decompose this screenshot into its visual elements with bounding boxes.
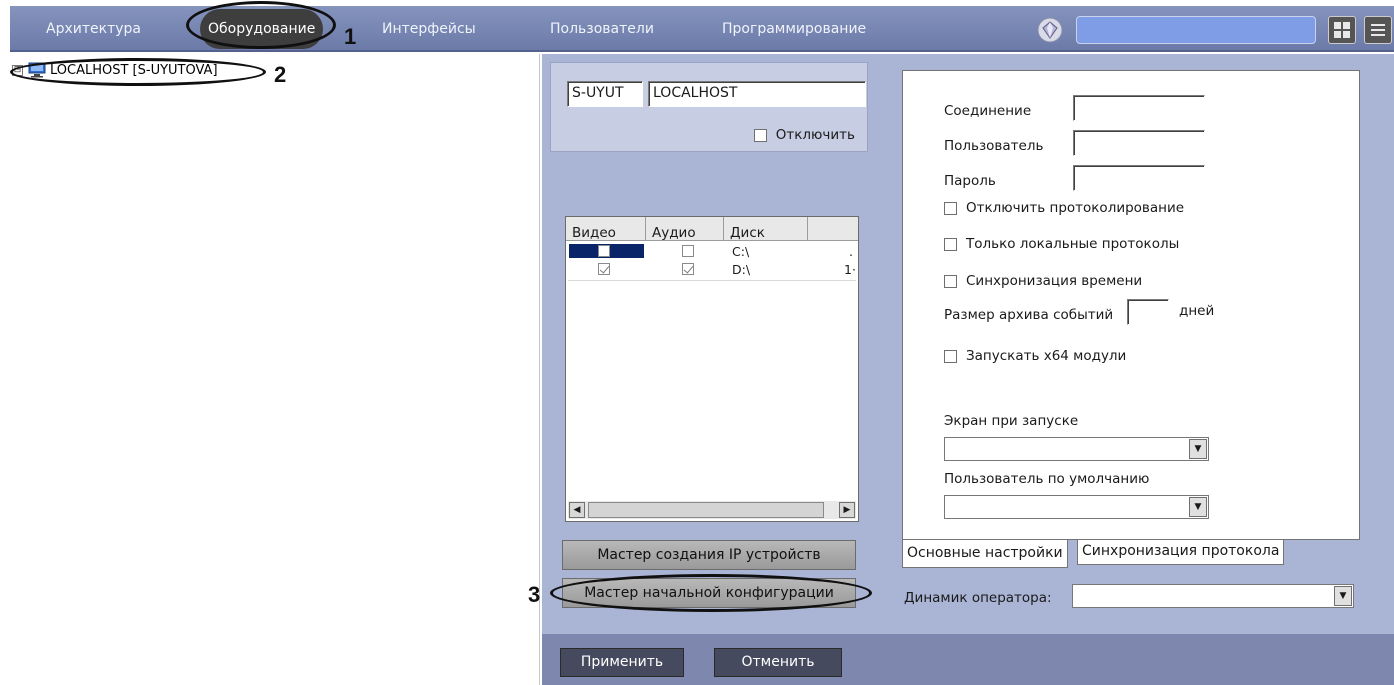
time-sync-checkbox[interactable]: Синхронизация времени bbox=[944, 273, 1142, 289]
video-checkbox-row1[interactable] bbox=[598, 245, 610, 257]
scroll-right-icon[interactable]: ▶ bbox=[839, 502, 855, 518]
checkbox-box[interactable] bbox=[753, 128, 767, 142]
computer-id-field[interactable]: S-UYUT bbox=[567, 81, 643, 107]
computer-name-field[interactable]: LOCALHOST bbox=[648, 81, 866, 107]
user-field[interactable] bbox=[1073, 130, 1205, 156]
extra-cell-row2: 1· bbox=[844, 262, 856, 277]
archive-size-label: Размер архива событий bbox=[944, 307, 1114, 323]
connection-field[interactable] bbox=[1073, 95, 1205, 121]
tab-users[interactable]: Пользователи bbox=[550, 6, 654, 52]
tab-equipment[interactable]: Оборудование bbox=[200, 9, 324, 49]
layout-grid-button[interactable] bbox=[1328, 16, 1356, 44]
annotation-marker-3: 3 bbox=[528, 582, 541, 607]
archive-size-unit: дней bbox=[1179, 303, 1215, 319]
chevron-down-icon[interactable]: ▼ bbox=[1334, 586, 1352, 606]
extra-cell-row1: . bbox=[849, 244, 853, 259]
tab-architecture[interactable]: Архитектура bbox=[46, 6, 141, 52]
chevron-down-icon[interactable]: ▼ bbox=[1189, 439, 1207, 459]
password-label: Пароль bbox=[944, 173, 996, 189]
operator-speaker-select[interactable]: ▼ bbox=[1072, 584, 1354, 608]
scroll-left-icon[interactable]: ◀ bbox=[569, 502, 585, 518]
settings-panel: Соединение Пользователь Пароль Отключить… bbox=[902, 70, 1360, 540]
top-navigation-bar: Архитектура Оборудование Интерфейсы Поль… bbox=[10, 6, 1394, 52]
disk-cell-row1[interactable]: C:\ bbox=[732, 244, 749, 259]
collapse-icon[interactable]: ⊟ bbox=[12, 64, 23, 76]
column-header-extra[interactable] bbox=[808, 217, 858, 241]
initial-config-wizard-button[interactable]: Мастер начальной конфигурации bbox=[562, 578, 856, 608]
tab-main-settings[interactable]: Основные настройки bbox=[902, 540, 1068, 568]
horizontal-scrollbar[interactable]: ◀ ▶ bbox=[568, 501, 856, 519]
operator-speaker-label: Динамик оператора: bbox=[904, 590, 1052, 606]
disk-table[interactable]: Видео Аудио Диск C:\ . D:\ 1· ◀ ▶ bbox=[565, 216, 859, 522]
chevron-down-icon[interactable]: ▼ bbox=[1189, 497, 1207, 517]
disable-logging-checkbox[interactable]: Отключить протоколирование bbox=[944, 200, 1184, 216]
column-header-audio[interactable]: Аудио bbox=[646, 217, 724, 241]
disk-cell-row2[interactable]: D:\ bbox=[732, 262, 750, 277]
checkbox-box[interactable] bbox=[944, 349, 957, 363]
user-label: Пользователь bbox=[944, 138, 1044, 154]
annotation-marker-1: 1 bbox=[344, 24, 357, 49]
column-header-disk[interactable]: Диск bbox=[724, 217, 808, 241]
password-field[interactable] bbox=[1073, 165, 1205, 191]
settings-main-area: S-UYUT LOCALHOST Отключить Видео Аудио Д… bbox=[542, 54, 1394, 685]
archive-size-field[interactable] bbox=[1127, 299, 1169, 325]
audio-checkbox-row1[interactable] bbox=[682, 245, 694, 257]
local-logs-checkbox[interactable]: Только локальные протоколы bbox=[944, 236, 1179, 252]
column-header-video[interactable]: Видео bbox=[566, 217, 646, 241]
menu-button[interactable] bbox=[1364, 16, 1392, 44]
run-x64-label: Запускать x64 модули bbox=[966, 348, 1127, 364]
ip-device-wizard-button[interactable]: Мастер создания IP устройств bbox=[562, 540, 856, 570]
apply-button[interactable]: Применить bbox=[560, 648, 684, 677]
checkbox-box[interactable] bbox=[944, 237, 957, 251]
checkbox-box[interactable] bbox=[944, 201, 957, 215]
default-user-label: Пользователь по умолчанию bbox=[944, 471, 1150, 487]
tab-programming[interactable]: Программирование bbox=[722, 6, 866, 52]
search-field[interactable] bbox=[1076, 16, 1316, 44]
checkbox-box[interactable] bbox=[944, 274, 957, 288]
disable-computer-label: Отключить bbox=[775, 127, 855, 143]
hamburger-icon bbox=[1371, 24, 1385, 36]
time-sync-label: Синхронизация времени bbox=[966, 273, 1143, 289]
computer-icon bbox=[28, 62, 46, 78]
computer-identity-group: S-UYUT LOCALHOST Отключить bbox=[550, 62, 868, 152]
row-divider bbox=[568, 280, 856, 281]
audio-checkbox-row2[interactable] bbox=[682, 263, 694, 275]
startup-screen-select[interactable]: ▼ bbox=[944, 437, 1209, 461]
startup-screen-label: Экран при запуске bbox=[944, 413, 1079, 429]
cancel-button[interactable]: Отменить bbox=[714, 648, 842, 677]
gem-icon[interactable] bbox=[1036, 16, 1064, 44]
connection-label: Соединение bbox=[944, 103, 1032, 119]
grid-icon bbox=[1334, 22, 1350, 38]
video-checkbox-row2[interactable] bbox=[598, 263, 610, 275]
disable-logging-label: Отключить протоколирование bbox=[966, 200, 1185, 216]
tree-node-label: LOCALHOST [S-UYUTOVA] bbox=[50, 62, 218, 78]
disable-computer-checkbox[interactable]: Отключить bbox=[753, 127, 855, 143]
tab-protocol-sync[interactable]: Синхронизация протокола bbox=[1077, 540, 1285, 565]
scroll-thumb[interactable] bbox=[588, 502, 824, 518]
tree-node-localhost[interactable]: ⊟ LOCALHOST [S-UYUTOVA] bbox=[12, 60, 218, 80]
run-x64-checkbox[interactable]: Запускать x64 модули bbox=[944, 348, 1126, 364]
annotation-marker-2: 2 bbox=[274, 62, 287, 87]
local-logs-label: Только локальные протоколы bbox=[966, 236, 1180, 252]
default-user-select[interactable]: ▼ bbox=[944, 495, 1209, 519]
tab-interfaces[interactable]: Интерфейсы bbox=[382, 6, 476, 52]
hardware-tree-panel: ⊟ LOCALHOST [S-UYUTOVA] bbox=[10, 54, 540, 685]
